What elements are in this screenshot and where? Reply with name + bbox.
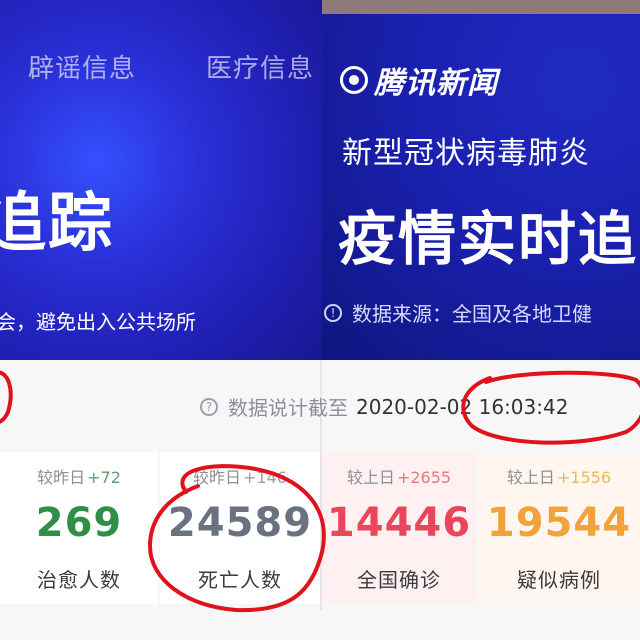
stat-value: 14446 — [326, 500, 472, 546]
stat-card-deaths[interactable]: 较昨日 +146 24589 死亡人数 — [160, 452, 320, 604]
headline-small: 新型冠状病毒肺炎 — [342, 136, 590, 171]
stat-value: 269 — [35, 500, 123, 546]
right-header: 腾讯新闻 新型冠状病毒肺炎 疫情实时追 ! 数据来源：全国及各地卫健 — [322, 14, 640, 360]
stats-note-mid: 计截至 — [288, 396, 348, 420]
stat-label: 疑似病例 — [517, 568, 601, 592]
compare-label: 较上日 — [346, 468, 395, 487]
tab-rumor-info[interactable]: 辟谣信息 — [28, 48, 136, 85]
stat-compare: 较上日 +1556 — [478, 464, 640, 488]
info-circle-icon: ! — [324, 303, 342, 322]
stat-card-suspected[interactable]: 较上日 +1556 19544 疑似病例 — [478, 452, 640, 604]
compare-label: 较昨日 — [37, 468, 86, 487]
tencent-logo-icon — [340, 66, 368, 94]
stat-compare: 较昨日 +146 — [160, 464, 320, 488]
tab-medical-info[interactable]: 医疗信息 — [206, 48, 314, 85]
stat-compare: 较上日 +2655 — [322, 464, 476, 488]
stats-timestamp: ? 数据说 计截至 2020-02-02 16:03:42 — [200, 392, 568, 421]
stat-label: 死亡人数 — [198, 568, 282, 592]
brand-logo: 腾讯新闻 — [340, 58, 498, 102]
brand-name: 腾讯新闻 — [374, 66, 498, 101]
left-header: 辟谣信息 医疗信息 追踪 会，避免出入公共场所 — [0, 0, 322, 360]
stats-note-prefix: 数据说 — [228, 396, 288, 420]
delta-value: +72 — [87, 468, 121, 487]
stat-card-confirmed[interactable]: 较上日 +2655 14446 全国确诊 — [322, 452, 476, 604]
stat-card-recovered[interactable]: 较昨日 +72 269 治愈人数 — [0, 452, 158, 604]
delta-value: +1556 — [556, 468, 612, 487]
delta-value: +146 — [243, 468, 287, 487]
compare-label: 较昨日 — [193, 468, 242, 487]
left-title: 追踪 — [0, 187, 114, 261]
left-subtitle: 会，避免出入公共场所 — [0, 310, 196, 334]
compare-label: 较上日 — [506, 468, 555, 487]
data-source: ! 数据来源：全国及各地卫健 — [324, 298, 592, 327]
headline-big: 疫情实时追 — [338, 205, 639, 273]
data-source-text: 数据来源：全国及各地卫健 — [352, 302, 592, 326]
stat-label: 全国确诊 — [357, 568, 441, 592]
stats-note-time: 2020-02-02 16:03:42 — [356, 394, 569, 419]
info-circle-icon[interactable]: ? — [200, 397, 218, 416]
stat-compare: 较昨日 +72 — [0, 464, 158, 488]
stat-label: 治愈人数 — [37, 568, 121, 592]
left-tab-bar: 辟谣信息 医疗信息 — [0, 34, 322, 104]
stat-value: 24589 — [167, 500, 313, 546]
stat-value: 19544 — [486, 500, 632, 546]
delta-value: +2655 — [396, 468, 452, 487]
right-top-strip — [322, 0, 640, 14]
